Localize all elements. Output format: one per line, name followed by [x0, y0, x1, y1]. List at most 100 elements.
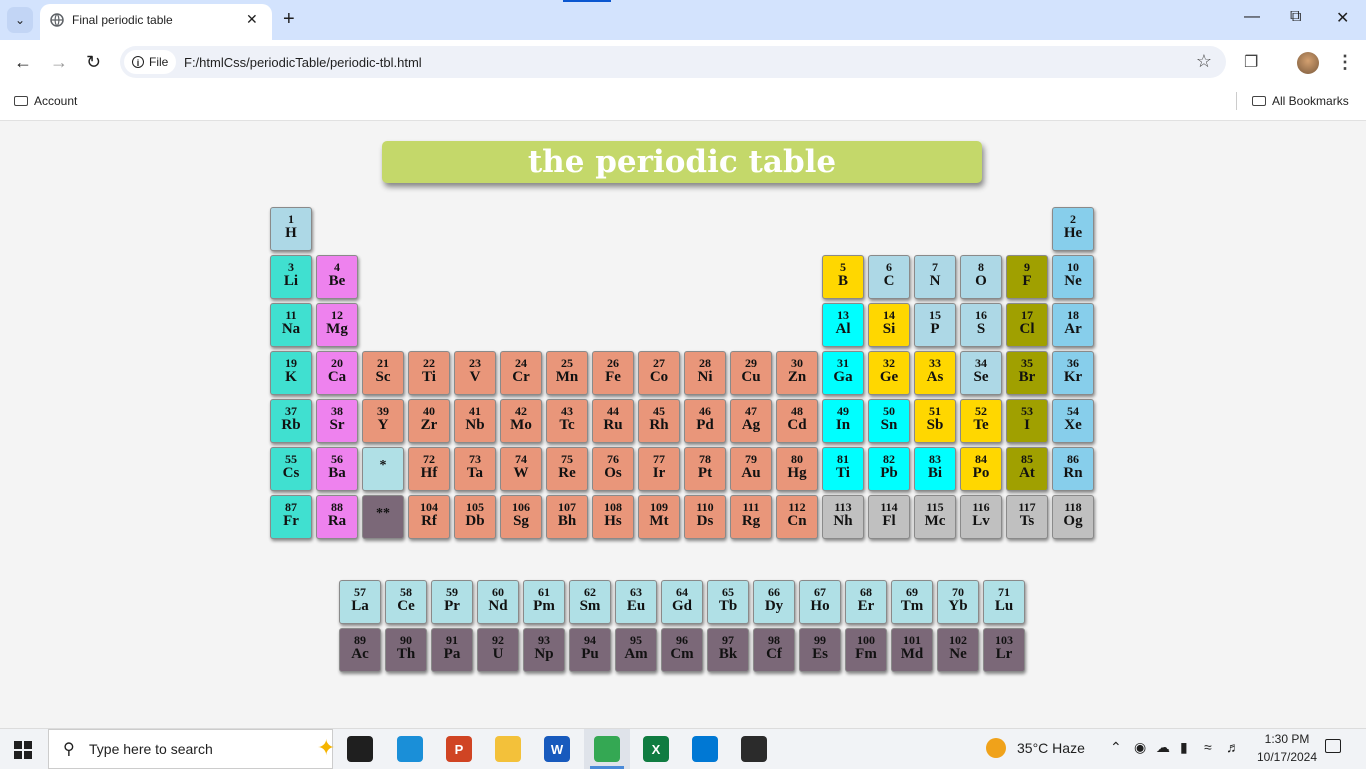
element-symbol: Cn: [787, 513, 807, 529]
atomic-number: 55: [285, 452, 297, 466]
active-tab[interactable]: Final periodic table ✕: [40, 4, 272, 40]
clock-time[interactable]: 1:30 PM: [1246, 732, 1328, 746]
element-symbol: La: [351, 598, 369, 614]
element-tile: 69 Tm: [891, 580, 933, 624]
vscode-app-icon[interactable]: [692, 736, 718, 762]
chevron-up-icon[interactable]: ⌃: [1110, 739, 1122, 756]
element-tile: 32 Ge: [868, 351, 910, 395]
element-tile: 4 Be: [316, 255, 358, 299]
atomic-number: 52: [975, 404, 987, 418]
extensions-puzzle-icon[interactable]: ❐: [1244, 52, 1258, 72]
element-symbol: Mt: [649, 513, 669, 529]
clock-date[interactable]: 10/17/2024: [1246, 750, 1328, 764]
minimize-icon[interactable]: —: [1244, 8, 1260, 26]
element-symbol: Er: [857, 598, 875, 614]
task-view-app-icon[interactable]: [347, 736, 373, 762]
close-tab-icon[interactable]: ✕: [246, 11, 258, 28]
battery-icon[interactable]: ▮: [1180, 739, 1188, 756]
windows-start-icon[interactable]: [14, 741, 32, 759]
bookmark-account-label: Account: [34, 94, 78, 108]
cloud-icon[interactable]: ☁: [1156, 739, 1170, 756]
element-symbol: Rh: [649, 417, 669, 433]
atomic-number: 82: [883, 452, 895, 466]
bookmark-star-icon[interactable]: ☆: [1196, 51, 1212, 72]
element-tile: 62 Sm: [569, 580, 611, 624]
weather-text[interactable]: 35°C Haze: [1017, 740, 1085, 756]
element-symbol: Pb: [880, 465, 898, 481]
element-tile: 100 Fm: [845, 628, 887, 672]
atomic-number: 78: [699, 452, 711, 466]
element-symbol: I: [1024, 417, 1030, 433]
address-bar[interactable]: i File F:/htmlCss/periodicTable/periodic…: [120, 46, 1226, 78]
element-symbol: Fl: [882, 513, 896, 529]
chrome-app-icon[interactable]: [594, 736, 620, 762]
taskbar-search[interactable]: ⚲ Type here to search ✦: [48, 729, 335, 769]
all-bookmarks[interactable]: All Bookmarks: [1252, 94, 1349, 108]
element-tile: 17 Cl: [1006, 303, 1048, 347]
new-tab-icon[interactable]: +: [283, 9, 295, 29]
element-symbol: B: [837, 273, 848, 289]
atomic-number: 45: [653, 404, 665, 418]
atomic-number: 46: [699, 404, 711, 418]
word-app-icon[interactable]: W: [544, 736, 570, 762]
element-tile: 111 Rg: [730, 495, 772, 539]
atomic-number: 2: [1070, 212, 1076, 226]
bookmarks-separator: [1236, 92, 1237, 110]
edge-app-icon[interactable]: [397, 736, 423, 762]
atomic-number: 100: [857, 633, 875, 647]
site-info-chip[interactable]: i File: [124, 50, 177, 74]
bookmark-account[interactable]: Account: [14, 94, 77, 108]
file-explorer-app-icon[interactable]: [495, 736, 521, 762]
meet-now-icon[interactable]: ◉: [1134, 739, 1146, 756]
atomic-number: 116: [972, 500, 990, 514]
element-tile: 66 Dy: [753, 580, 795, 624]
element-tile: 95 Am: [615, 628, 657, 672]
chevron-down-icon: ⌄: [14, 13, 26, 27]
weather-icon[interactable]: [986, 738, 1006, 758]
atomic-number: 11: [285, 308, 297, 322]
element-symbol: C: [883, 273, 895, 289]
tab-search-button[interactable]: ⌄: [7, 7, 33, 33]
profile-avatar[interactable]: [1297, 52, 1319, 74]
element-tile: 83 Bi: [914, 447, 956, 491]
element-tile: 64 Gd: [661, 580, 703, 624]
placeholder-tile: *: [362, 447, 404, 491]
element-tile: 47 Ag: [730, 399, 772, 443]
element-symbol: Cl: [1019, 321, 1035, 337]
element-symbol: O: [975, 273, 987, 289]
volume-icon[interactable]: ♬: [1226, 739, 1240, 755]
atomic-number: 24: [515, 356, 527, 370]
element-symbol: Ra: [327, 513, 347, 529]
excel-app-icon[interactable]: X: [643, 736, 669, 762]
element-tile: 24 Cr: [500, 351, 542, 395]
url-text[interactable]: F:/htmlCss/periodicTable/periodic-tbl.ht…: [184, 55, 422, 70]
element-symbol: Ne: [1064, 273, 1082, 289]
element-symbol: Tc: [559, 417, 575, 433]
element-tile: 29 Cu: [730, 351, 772, 395]
atomic-number: 110: [696, 500, 714, 514]
element-symbol: Ac: [351, 646, 369, 662]
atomic-number: 71: [998, 585, 1010, 599]
element-symbol: Al: [835, 321, 851, 337]
notifications-icon[interactable]: [1325, 739, 1341, 753]
back-arrow-icon[interactable]: ←: [14, 52, 32, 72]
powerpoint-app-icon[interactable]: P: [446, 736, 472, 762]
element-tile: 85 At: [1006, 447, 1048, 491]
forward-arrow-icon[interactable]: →: [50, 52, 68, 72]
wifi-icon[interactable]: ≈: [1204, 739, 1212, 755]
element-tile: 57 La: [339, 580, 381, 624]
reload-icon[interactable]: ↻: [86, 52, 101, 72]
element-tile: 49 In: [822, 399, 864, 443]
element-symbol: N: [929, 273, 941, 289]
more-vertical-icon[interactable]: ⋮: [1336, 52, 1354, 73]
element-tile: 99 Es: [799, 628, 841, 672]
element-tile: 55 Cs: [270, 447, 312, 491]
window-close-icon[interactable]: ✕: [1336, 8, 1349, 28]
terminal-app-icon[interactable]: [741, 736, 767, 762]
restore-icon[interactable]: ⧉: [1290, 8, 1301, 26]
element-symbol: Md: [900, 646, 924, 662]
element-symbol: Np: [534, 646, 554, 662]
element-symbol: S: [976, 321, 986, 337]
element-tile: 8O: [960, 255, 1002, 299]
element-symbol: Nd: [488, 598, 508, 614]
